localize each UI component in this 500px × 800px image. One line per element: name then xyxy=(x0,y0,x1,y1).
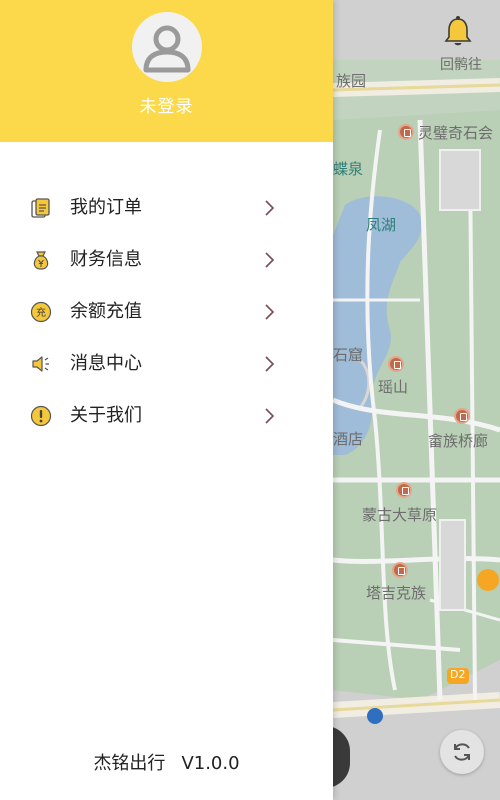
menu-item-finance-info[interactable]: 财务信息 xyxy=(0,236,333,284)
map-label: 石窟 xyxy=(333,346,364,364)
app-version: V1.0.0 xyxy=(181,753,240,774)
poi-marker-icon xyxy=(392,562,408,578)
chevron-right-icon xyxy=(265,252,275,268)
map-label: D2 xyxy=(450,668,466,681)
user-avatar-icon xyxy=(143,25,191,73)
map-label: 蝶泉 xyxy=(333,160,364,178)
menu-item-my-orders[interactable]: 我的订单 xyxy=(0,184,333,232)
poi-marker-icon xyxy=(398,124,414,140)
avatar[interactable] xyxy=(132,12,202,82)
map-label: 凤湖 xyxy=(366,216,397,234)
menu-item-message-center[interactable]: 消息中心 xyxy=(0,340,333,388)
drawer-header: 未登录 xyxy=(0,0,333,142)
chevron-right-icon xyxy=(265,408,275,424)
refresh-location-button[interactable] xyxy=(440,730,484,774)
menu-item-label: 消息中心 xyxy=(70,353,142,374)
refresh-icon xyxy=(454,743,470,761)
app-name: 杰铭出行 xyxy=(93,753,166,774)
map-label: 灵璧奇石会 xyxy=(418,124,494,142)
chevron-right-icon xyxy=(265,356,275,372)
speaker-icon xyxy=(32,356,49,372)
menu-item-label: 关于我们 xyxy=(70,405,142,426)
chevron-right-icon xyxy=(265,304,275,320)
poi-marker-icon xyxy=(454,408,470,424)
menu-item-label: 余额充值 xyxy=(70,301,142,322)
poi-marker-icon xyxy=(396,482,412,498)
recharge-icon-text: 充 xyxy=(36,306,46,319)
map-label: 畲族桥廊 xyxy=(428,432,489,450)
app-version-footer: 杰铭出行 V1.0.0 xyxy=(0,749,333,775)
poi-marker-icon xyxy=(388,356,404,372)
notification-bell-button[interactable] xyxy=(440,14,476,50)
order-icon xyxy=(31,198,50,218)
menu-item-about-us[interactable]: 关于我们 xyxy=(0,392,333,440)
recharge-icon: 充 xyxy=(30,301,52,323)
menu-item-balance-recharge[interactable]: 充 余额充值 xyxy=(0,288,333,336)
bell-icon xyxy=(444,16,472,46)
map-label: 族园 xyxy=(336,72,367,90)
menu-item-label: 我的订单 xyxy=(70,197,142,218)
login-status-text[interactable]: 未登录 xyxy=(0,92,333,117)
map-label: 酒店 xyxy=(333,430,364,448)
menu-item-label: 财务信息 xyxy=(70,249,142,270)
money-bag-icon xyxy=(33,251,49,270)
map-label: 塔吉克族 xyxy=(366,584,427,602)
map-label: 瑶山 xyxy=(378,378,409,396)
info-icon xyxy=(30,405,52,427)
chevron-right-icon xyxy=(265,200,275,216)
map-label: 回鹘往 xyxy=(440,57,482,73)
map-label: 蒙古大草原 xyxy=(362,506,438,524)
side-drawer: 未登录 我的订单 财务信息 充 余额充值 消息中心 关于我们 杰铭出行 V1.0… xyxy=(0,0,333,800)
